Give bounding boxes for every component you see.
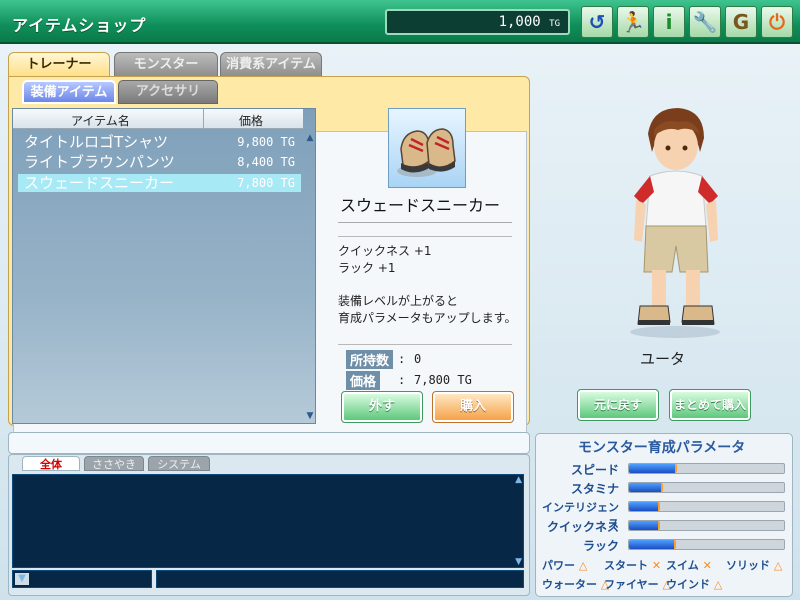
chat-log: ▲ ▼ — [12, 474, 524, 568]
chat-scroll-up-icon[interactable]: ▲ — [515, 475, 522, 485]
running-man-icon[interactable]: 🏃 — [617, 6, 649, 38]
item-name: スウェードスニーカー — [24, 174, 175, 192]
item-row-selected[interactable]: スウェードスニーカー 7,800 TG — [18, 174, 301, 192]
price-value: 7,800 TG — [414, 373, 472, 387]
item-row[interactable]: タイトルロゴTシャツ 9,800 TG — [18, 133, 301, 151]
money-bag-icon[interactable]: G — [725, 6, 757, 38]
divider — [338, 344, 512, 345]
item-image — [388, 108, 466, 188]
description-line: 装備レベルが上がると — [338, 294, 459, 308]
list-header: アイテム名 価格 — [13, 109, 303, 129]
money-unit: TG — [549, 19, 560, 29]
item-price: 9,800 TG — [237, 135, 295, 149]
subtab-equipment[interactable]: 装備アイテム — [22, 80, 116, 104]
tab-monster[interactable]: モンスター — [114, 52, 218, 76]
price-label: 価格 — [346, 371, 381, 390]
effect-line: クイックネス +1 — [338, 244, 432, 258]
chat-tab-all[interactable]: 全体 — [22, 456, 80, 471]
scroll-down-icon[interactable]: ▼ — [305, 411, 315, 421]
stat-bar — [628, 539, 785, 550]
owned-colon: : — [398, 352, 406, 366]
chevron-down-icon[interactable]: ▼ — [15, 573, 29, 585]
unequip-button[interactable]: 外す — [341, 391, 423, 423]
chat-channel-select[interactable]: ▼ — [12, 570, 152, 588]
price-colon: : — [398, 373, 406, 387]
param-title: モンスター育成パラメータ — [578, 440, 746, 456]
sneaker-icon — [397, 128, 456, 177]
element-start: スタート ✕ — [604, 559, 662, 572]
divider — [338, 236, 512, 237]
subtab-accessories[interactable]: アクセサリ — [118, 80, 218, 104]
stat-bar — [628, 501, 785, 512]
stat-label: クイックネス — [546, 520, 619, 534]
stat-bar — [628, 463, 785, 474]
chat-message-field[interactable] — [156, 570, 524, 588]
element-swim: スイム ✕ — [666, 559, 712, 572]
item-name: タイトルロゴTシャツ — [24, 133, 169, 151]
chat-scroll-down-icon[interactable]: ▼ — [515, 557, 522, 567]
list-scrollbar[interactable]: ▲ ▼ — [305, 133, 315, 421]
element-solid: ソリッド △ — [726, 559, 783, 572]
element-wind: ウインド △ — [666, 578, 723, 591]
stat-label: スタミナ — [570, 482, 619, 496]
item-list: アイテム名 価格 タイトルロゴTシャツ 9,800 TG ライトブラウンパンツ … — [12, 108, 316, 424]
description-line: 育成パラメータもアップします。 — [338, 311, 517, 325]
tab-consumables[interactable]: 消費系アイテム — [220, 52, 322, 76]
power-icon[interactable]: ⏻ — [761, 6, 793, 38]
chat-tab-whisper[interactable]: ささやき — [84, 456, 144, 471]
tab-trainer[interactable]: トレーナー — [8, 52, 110, 76]
shop-title: アイテムショップ — [12, 16, 147, 35]
item-price: 7,800 TG — [237, 176, 295, 190]
item-price: 8,400 TG — [237, 155, 295, 169]
stat-bar-fill — [629, 521, 660, 530]
buy-button[interactable]: 購入 — [432, 391, 514, 423]
stat-bar-fill — [629, 464, 678, 473]
col-item-name: アイテム名 — [71, 114, 130, 128]
character-preview — [600, 100, 750, 340]
bulk-buy-button[interactable]: まとめて購入 — [669, 389, 751, 421]
character-sprite — [630, 108, 720, 338]
element-power: パワー △ — [542, 559, 588, 572]
stat-bar — [628, 482, 785, 493]
owned-value: 0 — [414, 352, 422, 366]
money-value: 1,000 — [498, 14, 541, 30]
revert-button[interactable]: 元に戻す — [577, 389, 659, 421]
stat-bar-fill — [629, 540, 676, 549]
stat-label: ラック — [582, 539, 619, 553]
info-icon[interactable]: i — [653, 6, 685, 38]
chat-tab-system[interactable]: システム — [148, 456, 210, 471]
money-display: 1,000 TG — [385, 9, 570, 35]
owned-label: 所持数 — [346, 350, 394, 369]
stat-bar — [628, 520, 785, 531]
element-fire: ファイヤー △ — [604, 578, 671, 591]
col-price: 価格 — [239, 114, 264, 128]
item-name: ライトブラウンパンツ — [24, 153, 175, 171]
return-arrow-icon[interactable]: ↺ — [581, 6, 613, 38]
stat-label: スピード — [570, 463, 619, 477]
header-divider — [203, 109, 204, 129]
stat-bar-fill — [629, 502, 660, 511]
item-row[interactable]: ライトブラウンパンツ 8,400 TG — [18, 153, 301, 171]
detail-item-name: スウェードスニーカー — [338, 192, 512, 223]
element-water: ウォーター △ — [542, 578, 610, 591]
stat-bar-fill — [629, 483, 664, 492]
wrench-icon[interactable]: 🔧 — [689, 6, 721, 38]
scroll-up-icon[interactable]: ▲ — [305, 133, 315, 143]
chat-input[interactable] — [8, 432, 530, 454]
effect-line: ラック +1 — [338, 261, 396, 275]
character-name: ユータ — [640, 350, 686, 368]
